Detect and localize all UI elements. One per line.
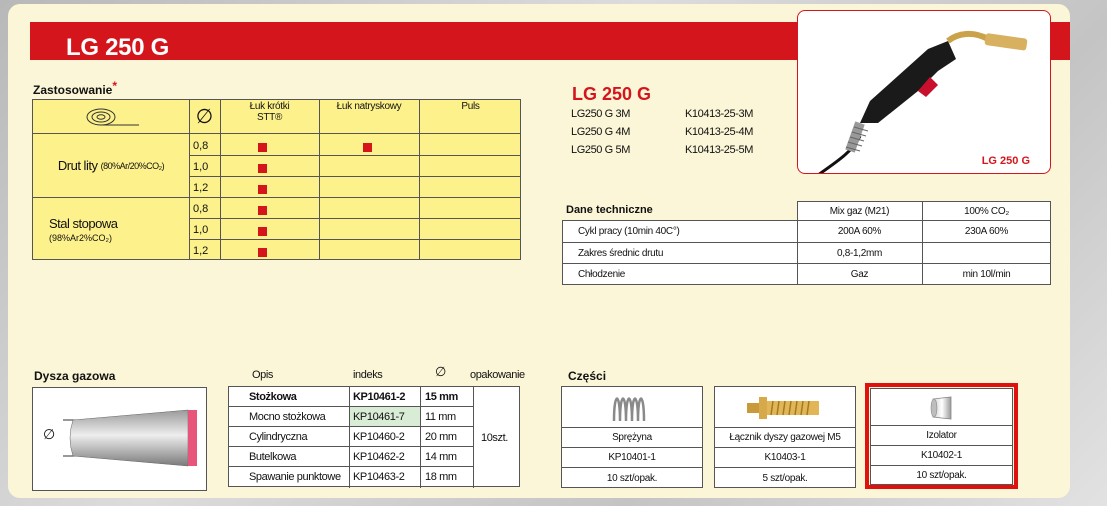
variant-name: LG250 G 5M <box>571 144 630 156</box>
nozzle-indeks: KP10462-2 <box>353 451 405 463</box>
tech-row-name: Cykl pracy (10min 40C°) <box>578 226 680 237</box>
diameter-value: 1,2 <box>193 182 209 194</box>
applicable-mark <box>258 164 267 173</box>
diameter-value: 0,8 <box>193 203 209 215</box>
nozzle-size: 20 mm <box>425 431 457 443</box>
nozzle-opis: Cylindryczna <box>249 431 308 443</box>
part-insulator[interactable]: Izolator K10402-1 10 szt/opak. <box>870 388 1013 485</box>
part-code: K10402-1 <box>871 445 1012 465</box>
diameter-icon: ∅ <box>195 106 214 128</box>
application-label: Zastosowanie* <box>33 79 117 97</box>
nozzle-indeks: KP10461-2 <box>353 391 406 403</box>
tech-row-mix: Gaz <box>850 269 869 280</box>
nozzle-size: 14 mm <box>425 451 457 463</box>
col-spray-arc: Łuk natryskowy <box>336 101 402 112</box>
variant-code: K10413-25-4M <box>685 126 753 138</box>
tech-row-name: Chłodzenie <box>578 269 626 280</box>
group-solid-wire-note: (80%Ar/20%CO₂) <box>100 160 165 171</box>
tech-row-co2: 230A 60% <box>964 226 1009 237</box>
spring-icon <box>612 397 646 422</box>
applicable-mark <box>258 248 267 257</box>
nozzle-size: 18 mm <box>425 471 457 483</box>
nozzle-label: Dysza gazowa <box>34 369 116 383</box>
tech-row-name: Zakres średnic drutu <box>578 247 664 259</box>
col-pulse: Puls <box>461 101 480 112</box>
applicable-mark <box>258 185 267 194</box>
application-label-text: Zastosowanie <box>33 83 113 97</box>
part-spring: Sprężyna KP10401-1 10 szt/opak. <box>561 386 703 488</box>
part-code: K10403-1 <box>715 447 855 467</box>
applicable-mark <box>258 206 267 215</box>
nozzle-table: Stożkowa KP10461-2 15 mm Mocno stożkowa … <box>228 386 520 488</box>
variant-name: LG250 G 3M <box>571 108 630 120</box>
group-solid-wire: Drut lity (80%Ar/20%CO₂) <box>33 134 189 197</box>
nozzle-header-opis: Opis <box>252 369 274 381</box>
connector-icon <box>747 397 819 419</box>
tech-header-co2: 100% CO₂ <box>964 205 1009 217</box>
nozzle-opis: Stożkowa <box>249 391 297 403</box>
application-table: ∅ Łuk krótki STT® Łuk natryskowy Puls Dr… <box>32 99 521 260</box>
applicable-mark <box>258 227 267 236</box>
nozzle-header-packaging: opakowanie <box>470 369 525 381</box>
nozzle-indeks-highlight: KP10461-7 <box>350 407 420 426</box>
parts-label: Części <box>568 369 607 383</box>
diameter-value: 1,0 <box>193 224 209 236</box>
nozzle-opis: Spawanie punktowe <box>249 471 341 483</box>
diameter-value: 1,2 <box>193 245 209 257</box>
nozzle-indeks: KP10463-2 <box>353 471 405 483</box>
part-code: KP10401-1 <box>562 447 702 467</box>
group-alloy-steel-name: Stal stopowa <box>49 216 118 231</box>
application-star: * <box>112 79 118 93</box>
wire-spool-icon <box>33 100 189 133</box>
nozzle-size: 15 mm <box>425 391 458 403</box>
tech-row-mix: 200A 60% <box>837 226 882 237</box>
part-pack: 10 szt/opak. <box>562 467 702 488</box>
variant-name: LG250 G 4M <box>571 126 630 138</box>
nozzle-header-indeks: indeks <box>353 369 383 381</box>
variant-code: K10413-25-3M <box>685 108 753 120</box>
part-pack: 5 szt/opak. <box>715 467 855 488</box>
product-name: LG 250 G <box>572 84 652 104</box>
part-connector: Łącznik dyszy gazowej M5 K10403-1 5 szt/… <box>714 386 856 488</box>
col-short-arc: Łuk krótki STT® <box>249 101 290 123</box>
image-caption: LG 250 G <box>981 155 1030 167</box>
diameter-value: 0,8 <box>193 140 209 152</box>
nozzle-image-box: ∅ <box>32 387 207 491</box>
tech-row-co2 <box>922 243 1051 263</box>
variant-code: K10413-25-5M <box>685 144 753 156</box>
part-name: Izolator <box>871 425 1012 445</box>
tech-header-mix: Mix gaz (M21) <box>829 205 890 217</box>
welding-torch-icon <box>818 31 1028 173</box>
part-name: Łącznik dyszy gazowej M5 <box>715 427 855 447</box>
nozzle-packaging: 10szt. <box>481 432 508 444</box>
group-alloy-steel: Stal stopowa (98%Ar2%CO₂) <box>49 216 189 243</box>
applicable-mark <box>258 143 267 152</box>
nozzle-opis: Butelkowa <box>249 451 297 463</box>
diameter-icon: ∅ <box>43 426 56 442</box>
tech-row-co2: min 10l/min <box>962 269 1011 280</box>
nozzle-opis: Mocno stożkowa <box>249 411 326 423</box>
part-name: Sprężyna <box>562 427 702 447</box>
page-title: LG 250 G <box>66 34 169 61</box>
applicable-mark <box>363 143 372 152</box>
tech-row-mix: 0,8-1,2mm <box>836 247 883 259</box>
nozzle-indeks: KP10460-2 <box>353 431 405 443</box>
gas-nozzle-icon <box>63 409 197 467</box>
torch-image-box: LG 250 G <box>797 10 1051 174</box>
technical-table: Mix gaz (M21) 100% CO₂ Cykl pracy (10min… <box>562 201 1051 285</box>
diameter-icon: ∅ <box>435 364 446 379</box>
insulator-icon <box>930 396 952 420</box>
group-solid-wire-name: Drut lity <box>57 158 98 173</box>
group-alloy-steel-note: (98%Ar2%CO₂) <box>49 233 113 243</box>
nozzle-size: 11 mm <box>425 411 456 423</box>
diameter-value: 1,0 <box>193 161 209 173</box>
part-pack: 10 szt/opak. <box>871 465 1012 485</box>
